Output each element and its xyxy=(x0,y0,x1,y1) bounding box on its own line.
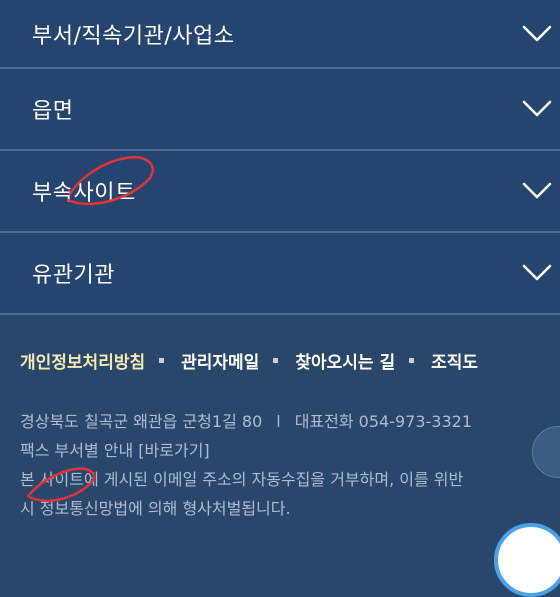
chevron-down-icon[interactable] xyxy=(522,100,552,118)
footer-links: 개인정보처리방침 관리자메일 찾아오시는 길 조직도 xyxy=(20,348,478,373)
admin-mail-link[interactable]: 관리자메일 xyxy=(181,348,259,373)
menu-accordion: 부서/직속기관/사업소 읍면 부속사이트 유관기관 xyxy=(0,0,560,315)
link-separator xyxy=(159,358,165,363)
accordion-label: 부속사이트 xyxy=(32,181,136,206)
accordion-label: 부서/직속기관/사업소 xyxy=(32,23,235,49)
phone: 대표전화 054-973-3321 xyxy=(294,412,473,431)
link-separator xyxy=(409,358,415,363)
notice-line-1: 본 사이트에 게시된 이메일 주소의 자동수집을 거부하며, 이를 위반 xyxy=(20,470,464,489)
chevron-down-icon[interactable] xyxy=(522,182,552,200)
accordion-label: 유관기관 xyxy=(32,263,115,288)
site-footer: 개인정보처리방침 관리자메일 찾아오시는 길 조직도 경상북도 칠곡군 왜관읍 … xyxy=(0,321,560,541)
scroll-top-button[interactable] xyxy=(494,523,560,597)
chevron-down-icon[interactable] xyxy=(522,264,552,282)
directions-link[interactable]: 찾아오시는 길 xyxy=(295,348,395,373)
divider: l xyxy=(276,412,281,431)
footer-info: 경상북도 칠곡군 왜관읍 군청1길 80 l 대표전화 054-973-3321 팩… xyxy=(20,407,472,523)
accordion-item-eupmyeon[interactable]: 읍면 xyxy=(0,69,560,151)
address-line: 경상북도 칠곡군 왜관읍 군청1길 80 l 대표전화 054-973-3321 xyxy=(20,407,472,436)
accordion-item-subsites[interactable]: 부속사이트 xyxy=(0,151,560,233)
accordion-item-departments[interactable]: 부서/직속기관/사업소 xyxy=(0,0,560,69)
notice-line-2: 시 정보통신망법에 의해 형사처벌됩니다. xyxy=(20,499,291,518)
chevron-down-icon[interactable] xyxy=(522,25,552,43)
accordion-label: 읍면 xyxy=(32,99,74,124)
org-chart-link[interactable]: 조직도 xyxy=(431,348,478,373)
fax-line[interactable]: 팩스 부서별 안내 [바로가기] xyxy=(20,436,472,465)
privacy-policy-link[interactable]: 개인정보처리방침 xyxy=(20,348,145,373)
link-separator xyxy=(273,358,279,363)
accordion-item-related[interactable]: 유관기관 xyxy=(0,233,560,315)
address: 경상북도 칠곡군 왜관읍 군청1길 80 xyxy=(20,412,263,431)
